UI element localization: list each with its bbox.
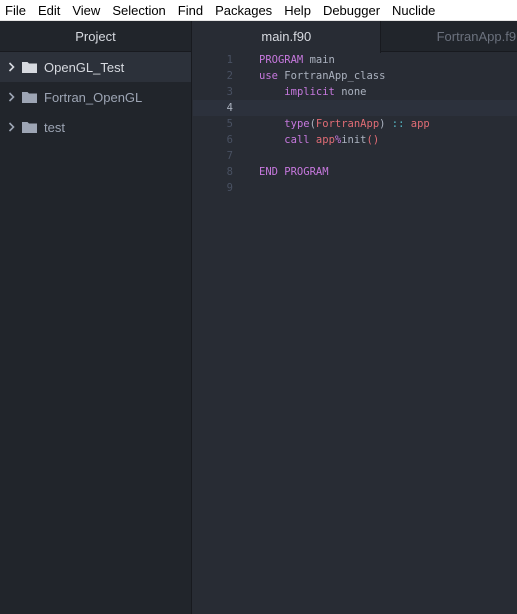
variable: app [410,118,430,130]
menu-view[interactable]: View [66,0,106,21]
line-number: 7 [226,150,233,162]
line-number: 3 [226,86,233,98]
punctuation: () [366,134,380,146]
tree-item-fortran-opengl[interactable]: Fortran_OpenGL [0,82,191,112]
tree-item-test[interactable]: test [0,112,191,142]
project-sidebar: Project OpenGL_Test Fortran_OpenGL test [0,21,192,614]
menu-file[interactable]: File [0,0,32,21]
identifier: main [303,54,335,66]
line-number: 4 [226,102,233,114]
code-text: implicit none [233,84,366,100]
line-number: 1 [226,54,233,66]
tab-bar: main.f90 FortranApp.f9 [193,21,517,53]
folder-icon [22,121,38,134]
menu-selection[interactable]: Selection [106,0,171,21]
tab-main-f90[interactable]: main.f90 [193,21,381,53]
code-text: type(FortranApp) :: app [233,116,430,132]
keyword: END [259,166,278,178]
keyword: implicit [284,86,335,98]
chevron-right-icon[interactable] [2,92,22,102]
code-line: 8 END PROGRAM [193,164,517,180]
line-number: 6 [226,134,233,146]
code-line-cursor: 4 [193,100,517,116]
chevron-right-icon[interactable] [2,62,22,72]
code-editor[interactable]: 1 PROGRAM main 2 use FortranApp_class 3 … [193,52,517,196]
folder-icon [22,61,38,74]
code-line: 2 use FortranApp_class [193,68,517,84]
keyword: PROGRAM [277,166,329,178]
identifier: none [334,86,367,98]
code-line: 9 [193,180,517,196]
chevron-right-icon[interactable] [2,122,22,132]
code-line: 1 PROGRAM main [193,52,517,68]
code-line: 5 type(FortranApp) :: app [193,116,517,132]
line-number: 5 [226,118,233,130]
menu-debugger[interactable]: Debugger [317,0,386,21]
menu-find[interactable]: Find [172,0,209,21]
keyword: call [284,134,310,146]
line-number: 8 [226,166,233,178]
identifier: FortranApp_class [277,70,386,82]
line-number: 2 [226,70,233,82]
menu-packages[interactable]: Packages [209,0,278,21]
folder-icon [22,91,38,104]
menu-bar: File Edit View Selection Find Packages H… [0,0,517,21]
keyword: use [259,70,278,82]
code-line: 7 [193,148,517,164]
code-text: END PROGRAM [233,164,329,180]
operator: :: [385,118,411,130]
function-name: init [341,134,367,146]
tab-fortranapp[interactable]: FortranApp.f9 [381,21,517,52]
tree-item-opengl-test[interactable]: OpenGL_Test [0,52,191,82]
tree-item-label: OpenGL_Test [44,59,125,75]
code-line: 6 call app%init() [193,132,517,148]
menu-nuclide[interactable]: Nuclide [386,0,441,21]
keyword: type [284,118,310,130]
code-line: 3 implicit none [193,84,517,100]
code-text: call app%init() [233,132,379,148]
line-number: 9 [226,182,233,194]
code-text: PROGRAM main [233,52,335,68]
menu-edit[interactable]: Edit [32,0,66,21]
code-text: use FortranApp_class [233,68,385,84]
project-panel-title[interactable]: Project [0,21,191,52]
menu-help[interactable]: Help [278,0,317,21]
variable: app [315,134,335,146]
type-name: FortranApp [315,118,380,130]
editor-pane: main.f90 FortranApp.f9 1 PROGRAM main 2 … [193,21,517,614]
tree-item-label: test [44,119,65,135]
keyword: PROGRAM [259,54,304,66]
tree-item-label: Fortran_OpenGL [44,89,143,105]
